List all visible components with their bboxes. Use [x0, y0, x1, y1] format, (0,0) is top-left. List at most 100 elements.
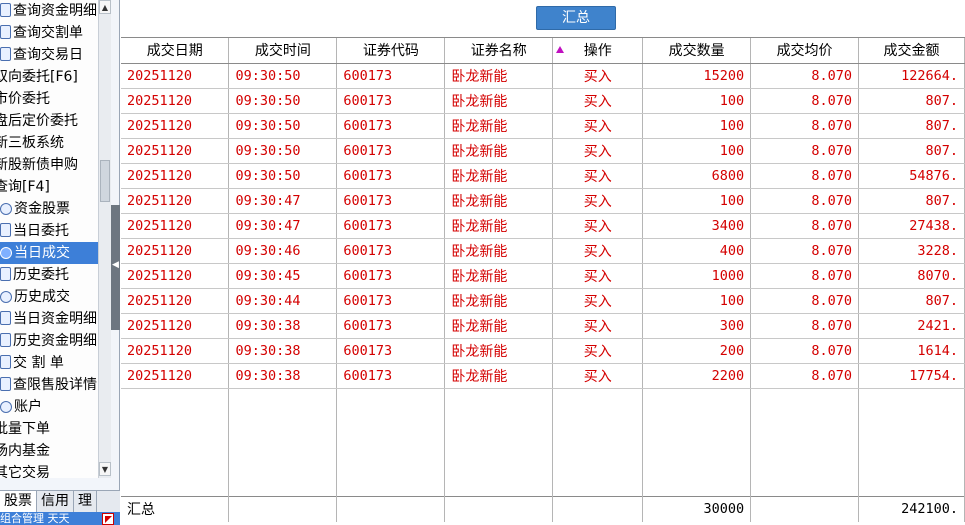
security-code-cell: 600173	[336, 138, 446, 164]
sidebar-item-label: 当日成交	[14, 245, 70, 261]
quantity-cell: 200	[642, 338, 752, 364]
sidebar-item-16[interactable]: 交 割 单	[0, 352, 98, 374]
sidebar-item-20[interactable]: 场内基金	[0, 440, 98, 462]
security-name-cell: 卧龙新能	[444, 213, 554, 239]
bottom-status-bar: 组合管理 天天	[0, 512, 120, 525]
security-name-cell: 卧龙新能	[444, 238, 554, 264]
sidebar-item-12[interactable]: 历史委托	[0, 264, 98, 286]
empty-cell	[642, 388, 752, 496]
column-header-6[interactable]: 成交均价	[750, 38, 860, 64]
avg-price-cell: 8.070	[750, 138, 860, 164]
sidebar-item-5[interactable]: 盘后定价委托	[0, 110, 98, 132]
security-code-cell: 600173	[336, 63, 446, 89]
sidebar-item-18[interactable]: 账户	[0, 396, 98, 418]
trade-time-cell: 09:30:38	[228, 338, 338, 364]
trade-date-cell: 20251120	[121, 263, 230, 289]
table-row[interactable]: 20251120 09:30:45 600173 卧龙新能 买入 1000 8.070 807…	[121, 263, 965, 289]
sidebar-item-label: 查询交割单	[13, 25, 83, 41]
empty-cell	[750, 495, 860, 522]
table-row[interactable]: 20251120 09:30:47 600173 卧龙新能 买入 3400 8.070 274…	[121, 213, 965, 239]
security-name-cell: 卧龙新能	[444, 363, 554, 389]
sidebar-item-0[interactable]: 查询资金明细	[0, 0, 98, 22]
trade-time-cell: 09:30:38	[228, 363, 338, 389]
column-header-2[interactable]: 证券代码	[336, 38, 446, 64]
security-name-cell: 卧龙新能	[444, 288, 554, 314]
column-header-label: 操作	[583, 43, 612, 60]
collapse-arrow-icon: ◀	[112, 260, 119, 270]
quantity-cell: 1000	[642, 263, 752, 289]
sidebar-item-label: 新股新债申购	[0, 157, 78, 173]
column-header-5[interactable]: 成交数量	[642, 38, 752, 64]
sidebar-item-19[interactable]: 批量下单	[0, 418, 98, 440]
amount-cell: 54876.	[858, 163, 965, 189]
table-row[interactable]: 20251120 09:30:46 600173 卧龙新能 买入 400 8.070 3228…	[121, 238, 965, 264]
sidebar-item-8[interactable]: 查询[F4]	[0, 176, 98, 198]
amount-cell: 27438.	[858, 213, 965, 239]
quantity-cell: 2200	[642, 363, 752, 389]
empty-cell	[552, 495, 644, 522]
sidebar-item-21[interactable]: 其它交易	[0, 462, 98, 478]
column-header-4[interactable]: 操作	[552, 38, 644, 64]
sidebar-item-15[interactable]: 历史资金明细	[0, 330, 98, 352]
sidebar-item-label: 资金股票	[14, 201, 70, 217]
table-row[interactable]: 20251120 09:30:50 600173 卧龙新能 买入 6800 8.070 548…	[121, 163, 965, 189]
operation-cell: 买入	[552, 288, 644, 314]
security-code-cell: 600173	[336, 88, 446, 114]
trade-date-cell: 20251120	[121, 88, 230, 114]
operation-cell: 买入	[552, 263, 644, 289]
sidebar-item-7[interactable]: 新股新债申购	[0, 154, 98, 176]
security-code-cell: 600173	[336, 113, 446, 139]
table-row[interactable]: 20251120 09:30:50 600173 卧龙新能 买入 15200 8.070 12…	[121, 63, 965, 89]
sidebar-item-2[interactable]: 查询交易日	[0, 44, 98, 66]
trade-date-cell: 20251120	[121, 213, 230, 239]
table-row[interactable]: 20251120 09:30:47 600173 卧龙新能 买入 100 8.070 807.	[121, 188, 965, 214]
table-row[interactable]: 20251120 09:30:38 600173 卧龙新能 买入 300 8.070 2421…	[121, 313, 965, 339]
operation-cell: 买入	[552, 238, 644, 264]
summary-button[interactable]: 汇总	[536, 6, 616, 30]
table-row[interactable]: 20251120 09:30:50 600173 卧龙新能 买入 100 8.070 807.	[121, 113, 965, 139]
circle-icon	[0, 401, 12, 413]
trade-time-cell: 09:30:50	[228, 88, 338, 114]
empty-cell	[228, 495, 338, 522]
doc-icon	[0, 3, 11, 17]
column-header-label: 成交均价	[776, 43, 833, 60]
table-row[interactable]: 20251120 09:30:44 600173 卧龙新能 买入 100 8.070 807.	[121, 288, 965, 314]
sidebar-item-13[interactable]: 历史成交	[0, 286, 98, 308]
table-row[interactable]: 20251120 09:30:38 600173 卧龙新能 买入 200 8.070 1614…	[121, 338, 965, 364]
sidebar-item-label: 其它交易	[0, 465, 50, 478]
security-code-cell: 600173	[336, 213, 446, 239]
scroll-up-icon[interactable]: ▲	[99, 0, 111, 14]
sidebar-item-10[interactable]: 当日委托	[0, 220, 98, 242]
operation-cell: 买入	[552, 363, 644, 389]
sidebar-item-17[interactable]: 查限售股详情	[0, 374, 98, 396]
table-row[interactable]: 20251120 09:30:38 600173 卧龙新能 买入 2200 8.070 177…	[121, 363, 965, 389]
sidebar-item-9[interactable]: 资金股票	[0, 198, 98, 220]
amount-cell: 122664.	[858, 63, 965, 89]
column-header-3[interactable]: 证券名称	[444, 38, 554, 64]
column-header-7[interactable]: 成交金额	[858, 38, 965, 64]
flag-icon[interactable]	[102, 513, 114, 525]
tab-credit[interactable]: 信用	[37, 491, 74, 513]
scroll-down-icon[interactable]: ▼	[99, 462, 111, 476]
table-row[interactable]: 20251120 09:30:50 600173 卧龙新能 买入 100 8.070 807.	[121, 88, 965, 114]
panel-collapse-handle[interactable]: ◀	[111, 205, 120, 330]
column-header-label: 成交日期	[146, 43, 203, 60]
scroll-thumb[interactable]	[100, 160, 110, 202]
tree-scrollbar[interactable]: ▲ ▼	[98, 0, 111, 478]
column-header-label: 成交数量	[668, 43, 725, 60]
column-header-1[interactable]: 成交时间	[228, 38, 338, 64]
sidebar-item-4[interactable]: 市价委托	[0, 88, 98, 110]
sidebar-item-11[interactable]: 当日成交	[0, 242, 98, 264]
sidebar-item-14[interactable]: 当日资金明细	[0, 308, 98, 330]
trade-date-cell: 20251120	[121, 313, 230, 339]
sidebar-item-6[interactable]: 新三板系统	[0, 132, 98, 154]
table-header-row: 成交日期 成交时间 证券代码 证券名称 操作 成交数量 成交均价 成交金额	[121, 38, 965, 64]
tab-stock[interactable]: 股票	[0, 491, 37, 513]
sort-ascending-icon[interactable]	[556, 46, 565, 53]
sidebar-item-3[interactable]: 双向委托[F6]	[0, 66, 98, 88]
circle-icon	[0, 203, 12, 215]
sidebar-item-1[interactable]: 查询交割单	[0, 22, 98, 44]
tab-finance[interactable]: 理	[74, 491, 97, 513]
table-row[interactable]: 20251120 09:30:50 600173 卧龙新能 买入 100 8.070 807.	[121, 138, 965, 164]
column-header-0[interactable]: 成交日期	[121, 38, 230, 64]
